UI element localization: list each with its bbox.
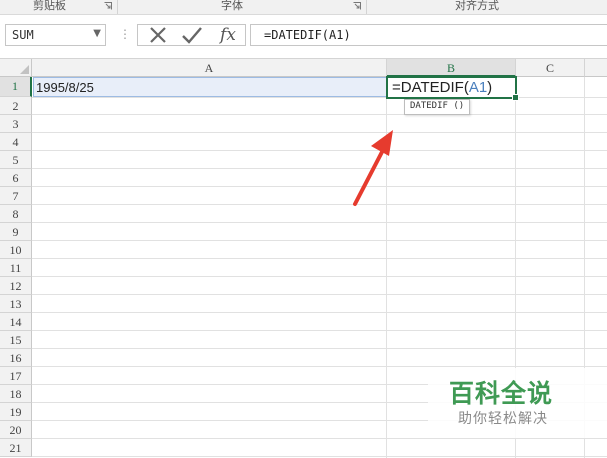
row-header-18[interactable]: 18 bbox=[0, 385, 32, 403]
ribbon-group-font-label: 字体 bbox=[221, 0, 243, 12]
ribbon-separator bbox=[366, 0, 367, 14]
row-gridline bbox=[32, 132, 607, 133]
close-icon bbox=[150, 27, 166, 43]
formula-suffix: ) bbox=[487, 79, 493, 96]
row-gridline bbox=[32, 204, 607, 205]
cell-b1-value: =DATEDIF(A1) bbox=[392, 79, 492, 96]
row-gridline bbox=[32, 168, 607, 169]
fx-icon: fx bbox=[220, 25, 236, 45]
red-arrow-icon bbox=[353, 130, 393, 206]
formula-cell-reference: A1 bbox=[468, 79, 488, 96]
row-header-20[interactable]: 20 bbox=[0, 421, 32, 439]
watermark-subtitle: 助你轻松解决 bbox=[458, 411, 548, 427]
row-gridline bbox=[32, 330, 607, 331]
column-header-d[interactable] bbox=[585, 59, 607, 77]
formula-prefix: =DATEDIF( bbox=[392, 79, 469, 96]
row-header-14[interactable]: 14 bbox=[0, 313, 32, 331]
row-gridline bbox=[32, 312, 607, 313]
function-tooltip[interactable]: DATEDIF () bbox=[404, 99, 470, 115]
row-header-2[interactable]: 2 bbox=[0, 97, 32, 115]
function-tooltip-text: DATEDIF () bbox=[410, 101, 465, 111]
row-header-11[interactable]: 11 bbox=[0, 259, 32, 277]
row-gridline bbox=[32, 258, 607, 259]
ribbon-group-bar: 剪贴板 字体 对齐方式 bbox=[0, 0, 607, 15]
row-header-12[interactable]: 12 bbox=[0, 277, 32, 295]
row-header-10[interactable]: 10 bbox=[0, 241, 32, 259]
watermark: 百科全说 助你轻松解决 bbox=[428, 368, 607, 438]
cell-a1-value: 1995/8/25 bbox=[36, 80, 94, 95]
row-gridline bbox=[32, 456, 607, 457]
row-header-19[interactable]: 19 bbox=[0, 403, 32, 421]
ribbon-group-clipboard-label: 剪贴板 bbox=[33, 0, 66, 12]
row-header-3[interactable]: 3 bbox=[0, 115, 32, 133]
formula-buttons: fx bbox=[137, 24, 246, 46]
row-gridline bbox=[32, 348, 607, 349]
row-header-7[interactable]: 7 bbox=[0, 187, 32, 205]
column-header-b[interactable]: B bbox=[387, 59, 516, 77]
row-gridline bbox=[32, 97, 607, 98]
name-box-dropdown-icon[interactable]: ▼ bbox=[93, 28, 101, 39]
clipboard-launcher-icon[interactable] bbox=[104, 2, 112, 10]
row-header-1[interactable]: 1 bbox=[0, 77, 32, 97]
formula-text: =DATEDIF(A1) bbox=[264, 28, 351, 42]
row-gridline bbox=[32, 114, 607, 115]
row-header-6[interactable]: 6 bbox=[0, 169, 32, 187]
row-header-16[interactable]: 16 bbox=[0, 349, 32, 367]
fill-handle[interactable] bbox=[512, 94, 519, 101]
row-gridline bbox=[32, 276, 607, 277]
cell-a1[interactable]: 1995/8/25 bbox=[33, 77, 387, 97]
row-header-4[interactable]: 4 bbox=[0, 133, 32, 151]
formula-bar-grip-icon[interactable]: ⋮ bbox=[119, 28, 131, 40]
watermark-title: 百科全说 bbox=[449, 379, 554, 408]
row-header-9[interactable]: 9 bbox=[0, 223, 32, 241]
row-header-5[interactable]: 5 bbox=[0, 151, 32, 169]
ribbon-separator bbox=[117, 0, 118, 14]
ribbon-group-alignment-label: 对齐方式 bbox=[455, 0, 499, 12]
name-box[interactable]: SUM ▼ bbox=[5, 24, 106, 46]
row-header-8[interactable]: 8 bbox=[0, 205, 32, 223]
insert-function-button[interactable]: fx bbox=[212, 25, 244, 45]
row-header-21[interactable]: 21 bbox=[0, 439, 32, 457]
cancel-button[interactable] bbox=[142, 25, 174, 45]
enter-button[interactable] bbox=[176, 25, 208, 45]
select-all-corner[interactable] bbox=[0, 59, 32, 77]
select-all-icon bbox=[20, 65, 29, 74]
column-header-c[interactable]: C bbox=[516, 59, 585, 77]
column-header-a[interactable]: A bbox=[32, 59, 387, 77]
row-gridline bbox=[32, 222, 607, 223]
cell-b1-active[interactable]: =DATEDIF(A1) bbox=[386, 76, 519, 101]
row-header-15[interactable]: 15 bbox=[0, 331, 32, 349]
row-gridline bbox=[32, 366, 607, 367]
formula-input[interactable]: =DATEDIF(A1) bbox=[250, 24, 607, 46]
font-launcher-icon[interactable] bbox=[353, 2, 361, 10]
name-box-value: SUM bbox=[12, 28, 34, 42]
row-gridline bbox=[32, 294, 607, 295]
row-gridline bbox=[32, 438, 607, 439]
row-header-17[interactable]: 17 bbox=[0, 367, 32, 385]
row-header-13[interactable]: 13 bbox=[0, 295, 32, 313]
check-icon bbox=[182, 27, 202, 44]
row-gridline bbox=[32, 240, 607, 241]
row-gridline bbox=[32, 150, 607, 151]
row-gridline bbox=[32, 186, 607, 187]
